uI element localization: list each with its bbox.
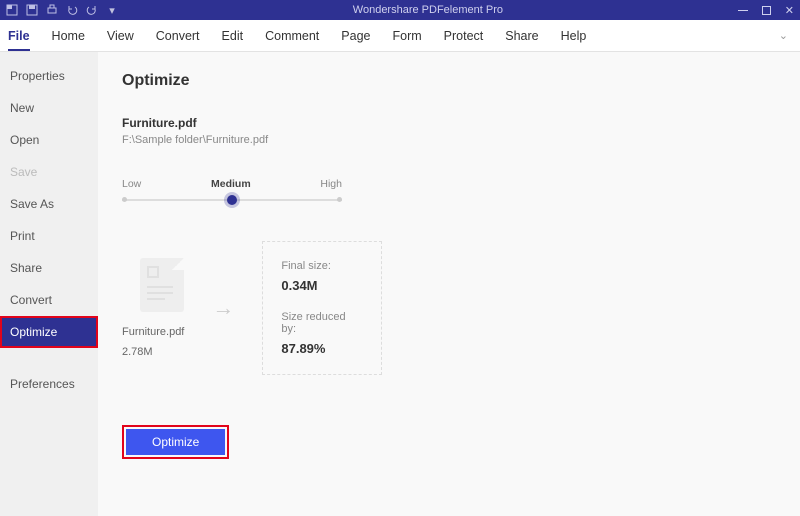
sidebar-item-print[interactable]: Print [0, 220, 98, 252]
source-document: Furniture.pdf 2.78M [122, 258, 184, 358]
dropdown-icon[interactable]: ▾ [106, 4, 118, 16]
titlebar: ▾ Wondershare PDFelement Pro [0, 0, 800, 20]
file-sidebar: Properties New Open Save Save As Print S… [0, 52, 98, 516]
menu-help[interactable]: Help [561, 29, 587, 43]
sidebar-item-properties[interactable]: Properties [0, 60, 98, 92]
close-icon[interactable] [785, 4, 794, 17]
maximize-icon[interactable] [762, 6, 771, 15]
sidebar-item-new[interactable]: New [0, 92, 98, 124]
arrow-right-icon: → [212, 295, 234, 321]
slider-label-low: Low [122, 178, 141, 190]
source-size: 2.78M [122, 346, 184, 358]
sidebar-item-preferences[interactable]: Preferences [0, 368, 98, 400]
app-logo-icon [6, 4, 18, 16]
optimize-panel: Optimize Furniture.pdf F:\Sample folder\… [98, 52, 800, 516]
slider-label-medium: Medium [211, 178, 251, 190]
save-icon[interactable] [26, 4, 38, 16]
source-name: Furniture.pdf [122, 326, 184, 338]
minimize-icon[interactable] [738, 10, 748, 11]
optimize-button-highlight: Optimize [122, 425, 229, 459]
menu-protect[interactable]: Protect [444, 29, 484, 43]
menu-home[interactable]: Home [52, 29, 85, 43]
menu-edit[interactable]: Edit [222, 29, 244, 43]
final-size-value: 0.34M [281, 278, 359, 293]
menu-share[interactable]: Share [505, 29, 538, 43]
sidebar-item-save-as[interactable]: Save As [0, 188, 98, 220]
file-path: F:\Sample folder\Furniture.pdf [122, 134, 800, 146]
reduced-value: 87.89% [281, 341, 359, 356]
print-icon[interactable] [46, 4, 58, 16]
file-name: Furniture.pdf [122, 116, 800, 130]
sidebar-item-save: Save [0, 156, 98, 188]
file-info: Furniture.pdf F:\Sample folder\Furniture… [122, 116, 800, 146]
reduced-label: Size reduced by: [281, 311, 359, 335]
document-icon [140, 258, 184, 312]
menu-file[interactable]: File [8, 29, 30, 51]
menu-convert[interactable]: Convert [156, 29, 200, 43]
window-title: Wondershare PDFelement Pro [118, 4, 738, 16]
quality-slider[interactable]: Low Medium High [122, 178, 342, 201]
menu-view[interactable]: View [107, 29, 134, 43]
result-box: Final size: 0.34M Size reduced by: 87.89… [262, 241, 382, 375]
page-title: Optimize [122, 72, 800, 90]
menu-page[interactable]: Page [341, 29, 370, 43]
optimize-button[interactable]: Optimize [126, 429, 225, 455]
sidebar-item-open[interactable]: Open [0, 124, 98, 156]
menu-collapse-icon[interactable]: ⌄ [779, 29, 792, 42]
sidebar-item-convert[interactable]: Convert [0, 284, 98, 316]
menubar: File Home View Convert Edit Comment Page… [0, 20, 800, 52]
final-size-label: Final size: [281, 260, 359, 272]
redo-icon[interactable] [86, 4, 98, 16]
sidebar-item-share[interactable]: Share [0, 252, 98, 284]
slider-label-high: High [320, 178, 342, 190]
sidebar-item-optimize[interactable]: Optimize [0, 316, 98, 348]
undo-icon[interactable] [66, 4, 78, 16]
slider-thumb[interactable] [227, 195, 237, 205]
slider-track[interactable] [122, 199, 342, 201]
menu-form[interactable]: Form [392, 29, 421, 43]
menu-comment[interactable]: Comment [265, 29, 319, 43]
